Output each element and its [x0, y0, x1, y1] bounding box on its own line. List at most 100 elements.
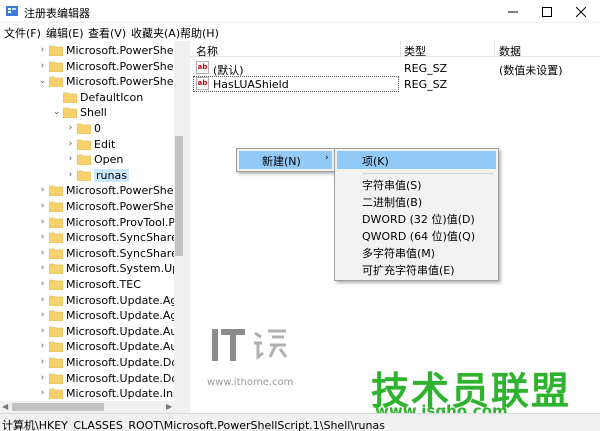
tree-item[interactable]: › Microsoft.Update.AutoU: [0, 324, 184, 339]
expanded-arrow-icon[interactable]: ⌄: [38, 75, 47, 87]
tree-item[interactable]: › Microsoft.Update.Agent: [0, 293, 184, 308]
menu-item-string-value[interactable]: 字符串值(S): [362, 177, 422, 193]
tree-item-label: runas: [94, 168, 129, 182]
collapsed-arrow-icon[interactable]: ›: [66, 122, 75, 134]
tree-item[interactable]: › Edit: [0, 137, 174, 152]
collapsed-arrow-icon[interactable]: ›: [38, 387, 47, 399]
folder-icon: [63, 92, 77, 103]
collapsed-arrow-icon[interactable]: ›: [66, 138, 75, 150]
tree-item-label: Microsoft.Update.Agent: [66, 293, 184, 307]
tree-item[interactable]: › Microsoft.SyncShare.Syn: [0, 246, 184, 261]
column-divider[interactable]: [400, 41, 401, 57]
key-tree[interactable]: › Microsoft.PowerShellDa › Microsoft.PowerS…: [0, 41, 184, 413]
menu-item-key[interactable]: 项(K): [362, 153, 389, 169]
tree-item[interactable]: DefaultIcon: [0, 90, 174, 105]
folder-icon: [49, 45, 63, 56]
tree-item[interactable]: › 0: [0, 121, 174, 136]
context-menu: 新建(N) ›: [236, 148, 335, 172]
menu-help[interactable]: 帮助(H): [180, 25, 219, 41]
collapsed-arrow-icon[interactable]: ›: [38, 309, 47, 321]
collapsed-arrow-icon[interactable]: ›: [38, 184, 47, 196]
tree-item[interactable]: › Open: [0, 152, 174, 167]
value-row[interactable]: ab (默认) REG_SZ (数值未设置): [190, 60, 600, 77]
minimize-button[interactable]: [496, 0, 530, 23]
menu-view[interactable]: 查看(V): [88, 25, 126, 41]
scrollbar-thumb[interactable]: [12, 403, 104, 411]
tree-item[interactable]: › Microsoft.SyncShare.Syn: [0, 230, 184, 245]
tree-item[interactable]: › Microsoft.Update.Agent: [0, 308, 184, 323]
menu-edit[interactable]: 编辑(E): [46, 25, 84, 41]
tree-item[interactable]: › Microsoft.Update.Down: [0, 355, 184, 370]
collapsed-arrow-icon[interactable]: ›: [38, 247, 47, 259]
folder-icon: [49, 279, 63, 290]
tree-horizontal-scrollbar[interactable]: ◀ ▶: [0, 401, 184, 413]
close-button[interactable]: [564, 0, 598, 23]
collapsed-arrow-icon[interactable]: ›: [38, 294, 47, 306]
status-bar: 计算机\HKEY_CLASSES_ROOT\Microsoft.PowerShe…: [0, 413, 600, 431]
menu-favorites[interactable]: 收藏夹(A): [131, 25, 180, 41]
tree-item[interactable]: › runas: [0, 168, 174, 183]
tree-item[interactable]: › Microsoft.TEC: [0, 277, 174, 292]
value-row[interactable]: ab HasLUAShield REG_SZ: [190, 76, 600, 92]
collapsed-arrow-icon[interactable]: ›: [66, 169, 75, 181]
tree-item-label: Microsoft.System.Updat: [66, 262, 184, 276]
tree-item[interactable]: › Microsoft.PowerShellSes: [0, 183, 184, 198]
menu-item-multi-string-value[interactable]: 多字符串值(M): [362, 245, 435, 261]
collapsed-arrow-icon[interactable]: ›: [38, 44, 47, 56]
folder-icon: [49, 186, 63, 197]
scrollbar-thumb[interactable]: [175, 136, 183, 256]
folder-icon: [49, 264, 63, 275]
expanded-arrow-icon[interactable]: ⌄: [52, 106, 61, 118]
menu-item-expandable-string-value[interactable]: 可扩充字符串值(E): [362, 262, 455, 278]
collapsed-arrow-icon[interactable]: ›: [38, 200, 47, 212]
folder-icon: [49, 248, 63, 259]
tree-item-label: Microsoft.PowerShellSes: [66, 184, 184, 198]
tree-item[interactable]: ⌄ Shell: [0, 105, 174, 120]
tree-item[interactable]: › Microsoft.System.Updat: [0, 261, 184, 276]
collapsed-arrow-icon[interactable]: ›: [38, 356, 47, 368]
folder-icon: [49, 295, 63, 306]
tree-item[interactable]: › Microsoft.Update.Install: [0, 386, 184, 401]
collapsed-arrow-icon[interactable]: ›: [38, 60, 47, 72]
maximize-button[interactable]: [530, 0, 564, 23]
collapsed-arrow-icon[interactable]: ›: [38, 216, 47, 228]
folder-icon: [49, 217, 63, 228]
collapsed-arrow-icon[interactable]: ›: [38, 372, 47, 384]
column-data[interactable]: 数据: [499, 43, 521, 59]
tree-item[interactable]: ⌄ Microsoft.PowerShellScr: [0, 74, 184, 89]
value-type: REG_SZ: [404, 62, 448, 75]
tree-vertical-scrollbar[interactable]: [174, 41, 184, 401]
menu-item-dword-value[interactable]: DWORD (32 位)值(D): [362, 211, 475, 227]
scroll-right-icon[interactable]: ▶: [166, 402, 172, 411]
column-type[interactable]: 类型: [404, 43, 426, 59]
window-title: 注册表编辑器: [24, 7, 90, 20]
collapsed-arrow-icon[interactable]: ›: [38, 262, 47, 274]
current-key-path: 计算机\HKEY_CLASSES_ROOT\Microsoft.PowerShe…: [2, 419, 385, 431]
menu-item-binary-value[interactable]: 二进制值(B): [362, 194, 422, 210]
minimize-icon: [508, 11, 518, 12]
column-divider[interactable]: [494, 41, 495, 57]
tree-item[interactable]: › Microsoft.Update.AutoU: [0, 339, 184, 354]
collapsed-arrow-icon[interactable]: ›: [38, 340, 47, 352]
scroll-left-icon[interactable]: ◀: [2, 402, 8, 411]
tree-item-label: Microsoft.SyncShare.Syn: [66, 231, 184, 245]
folder-icon: [77, 139, 91, 150]
menu-item-qword-value[interactable]: QWORD (64 位)值(Q): [362, 228, 475, 244]
folder-icon: [49, 310, 63, 322]
collapsed-arrow-icon[interactable]: ›: [38, 278, 47, 290]
tree-item-label: Shell: [80, 106, 107, 120]
list-header: 名称 类型 数据: [190, 41, 600, 59]
regedit-icon: [6, 6, 18, 16]
collapsed-arrow-icon[interactable]: ›: [38, 231, 47, 243]
tree-item[interactable]: › Microsoft.PowerShellDa: [0, 43, 184, 58]
tree-item[interactable]: › Microsoft.ProvTool.Prov: [0, 215, 184, 230]
menu-item-new[interactable]: 新建(N): [262, 153, 301, 169]
column-name[interactable]: 名称: [196, 43, 218, 59]
collapsed-arrow-icon[interactable]: ›: [38, 325, 47, 337]
tree-item[interactable]: › Microsoft.PowerShellXM: [0, 199, 184, 214]
collapsed-arrow-icon[interactable]: ›: [66, 153, 75, 165]
menu-file[interactable]: 文件(F): [4, 25, 41, 41]
tree-item[interactable]: › Microsoft.Update.Down: [0, 371, 184, 386]
tree-item[interactable]: › Microsoft.PowerShellMo: [0, 59, 184, 74]
tree-item-label: Microsoft.PowerShellScr: [66, 75, 184, 89]
